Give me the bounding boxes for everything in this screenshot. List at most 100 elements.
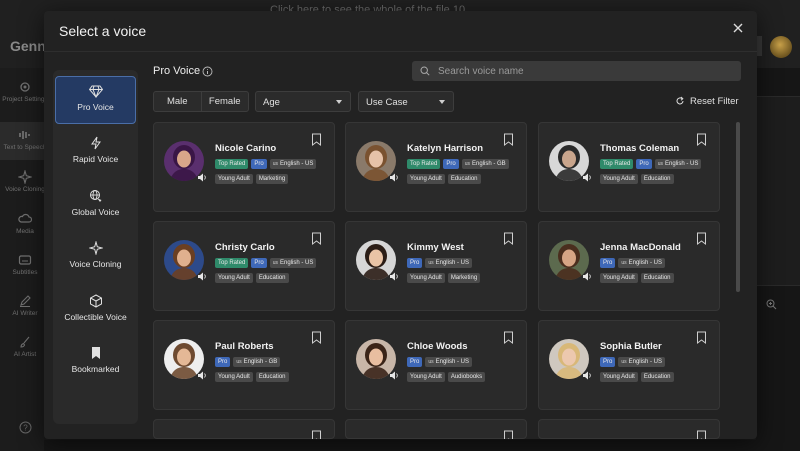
voice-tags-primary: Top RatedProEnglish - US: [215, 258, 317, 268]
voice-tags-secondary: Young Adult Education: [215, 273, 289, 283]
sidebar-item-label: Project Settings: [2, 96, 48, 103]
voice-name: Katelyn Harrison: [407, 143, 484, 154]
bookmark-icon[interactable]: [503, 133, 514, 146]
speaker-icon[interactable]: [389, 272, 399, 281]
speaker-icon[interactable]: [582, 371, 592, 380]
chevron-down-icon: [336, 100, 342, 104]
voice-card-paul-roberts[interactable]: Paul Roberts ProEnglish - GB Young Adult…: [153, 320, 335, 410]
pro-badge: Pro: [251, 159, 267, 169]
voice-tags-primary: Top RatedProEnglish - US: [215, 159, 317, 169]
sidebar-item-label: Media: [16, 228, 34, 235]
voice-tags-primary: ProEnglish - US: [407, 258, 472, 268]
speaker-icon[interactable]: [197, 371, 207, 380]
pro-badge: Pro: [407, 258, 423, 268]
modal-title: Select a voice: [59, 23, 147, 39]
age-dropdown[interactable]: Age: [255, 91, 351, 112]
voice-card-katelyn-harrison[interactable]: Katelyn Harrison Top RatedProEnglish - G…: [345, 122, 527, 212]
app-brand: Genn: [10, 38, 46, 54]
category-global-voice[interactable]: Global Voice: [55, 181, 136, 229]
voice-card-sophia-butler[interactable]: Sophia Butler ProEnglish - US Young Adul…: [538, 320, 720, 410]
sidebar-item-voice-cloning[interactable]: Voice Cloning: [0, 170, 50, 194]
voice-tags-secondary: Young Adult Marketing: [407, 273, 481, 283]
search-input[interactable]: [438, 61, 733, 81]
top-rated-badge: Top Rated: [215, 258, 249, 268]
language-badge: English - US: [425, 258, 472, 268]
use-case-badge: Marketing: [447, 273, 481, 283]
use-case-dropdown[interactable]: Use Case: [358, 91, 454, 112]
bookmark-icon[interactable]: [503, 430, 514, 439]
language-badge: English - GB: [461, 159, 509, 169]
voice-card-nicole-carino[interactable]: Nicole Carino Top RatedProEnglish - US Y…: [153, 122, 335, 212]
sidebar-item-media[interactable]: Media: [0, 212, 50, 236]
top-rated-badge: Top Rated: [600, 159, 634, 169]
sidebar-item-text-to-speech[interactable]: Text to Speech: [0, 122, 50, 160]
pro-badge: Pro: [251, 258, 267, 268]
speaker-icon[interactable]: [197, 173, 207, 182]
bookmark-icon[interactable]: [311, 430, 322, 439]
use-case-badge: Education: [640, 372, 674, 382]
sidebar-item-subtitles[interactable]: Subtitles: [0, 253, 50, 277]
speaker-icon[interactable]: [197, 272, 207, 281]
help-icon[interactable]: ?: [19, 421, 32, 434]
user-avatar[interactable]: [770, 36, 792, 58]
age-badge: Young Adult: [407, 174, 445, 184]
voice-tags-secondary: Young Adult Education: [600, 174, 674, 184]
sidebar-item-label: AI Writer: [12, 310, 38, 317]
voice-tags-primary: Top RatedProEnglish - US: [600, 159, 702, 169]
voice-card-jenna-macdonald[interactable]: Jenna MacDonald ProEnglish - US Young Ad…: [538, 221, 720, 311]
sparkle-icon: [88, 241, 103, 255]
bookmark-icon[interactable]: [696, 331, 707, 344]
sidebar-item-label: Voice Cloning: [5, 186, 45, 193]
bookmark-icon[interactable]: [311, 331, 322, 344]
voice-card-partial[interactable]: [345, 419, 527, 439]
zoom-in-icon[interactable]: [766, 299, 777, 310]
top-rated-badge: Top Rated: [407, 159, 441, 169]
category-bookmarked[interactable]: Bookmarked: [55, 338, 136, 386]
voice-card-chloe-woods[interactable]: Chloe Woods ProEnglish - US Young Adult …: [345, 320, 527, 410]
voice-card-partial[interactable]: [153, 419, 335, 439]
bookmark-icon[interactable]: [696, 133, 707, 146]
reset-filter-label: Reset Filter: [690, 96, 739, 107]
category-collectible-voice[interactable]: Collectible Voice: [55, 286, 136, 334]
sidebar-item-label: Text to Speech: [3, 144, 47, 151]
category-label: Pro Voice: [77, 102, 114, 112]
voice-tags-primary: Top RatedProEnglish - GB: [407, 159, 509, 169]
bookmark-icon[interactable]: [311, 232, 322, 245]
filter-female-button[interactable]: Female: [200, 92, 249, 111]
speaker-icon[interactable]: [389, 173, 399, 182]
voice-card-christy-carlo[interactable]: Christy Carlo Top RatedProEnglish - US Y…: [153, 221, 335, 311]
bookmark-icon[interactable]: [696, 232, 707, 245]
speaker-icon[interactable]: [582, 173, 592, 182]
voice-card-kimmy-west[interactable]: Kimmy West ProEnglish - US Young Adult M…: [345, 221, 527, 311]
use-case-badge: Education: [640, 174, 674, 184]
grid-scrollbar[interactable]: [736, 122, 740, 292]
modal-divider: [44, 51, 757, 52]
sidebar-item-ai-artist[interactable]: AI Artist: [0, 335, 50, 359]
bookmark-icon[interactable]: [311, 133, 322, 146]
bookmark-icon[interactable]: [696, 430, 707, 439]
bookmark-icon[interactable]: [503, 232, 514, 245]
info-icon[interactable]: [202, 66, 213, 77]
pen-icon: [20, 295, 31, 308]
voice-card-partial[interactable]: [538, 419, 720, 439]
filter-male-button[interactable]: Male: [154, 92, 201, 111]
category-voice-cloning[interactable]: Voice Cloning: [55, 233, 136, 281]
sidebar-item-project-settings[interactable]: Project Settings: [0, 80, 50, 104]
speaker-icon[interactable]: [582, 272, 592, 281]
use-case-dropdown-label: Use Case: [366, 97, 408, 108]
svg-text:?: ?: [23, 424, 28, 433]
category-pro-voice[interactable]: Pro Voice: [55, 76, 136, 124]
close-icon[interactable]: [730, 20, 746, 36]
category-rapid-voice[interactable]: Rapid Voice: [55, 128, 136, 176]
chevron-down-icon: [439, 100, 445, 104]
sparkle-icon: [18, 170, 32, 184]
bookmark-icon[interactable]: [503, 331, 514, 344]
globe-icon: [89, 190, 101, 202]
waveform-icon: [19, 131, 30, 139]
search-box: [412, 61, 741, 81]
voice-card-thomas-coleman[interactable]: Thomas Coleman Top RatedProEnglish - US …: [538, 122, 720, 212]
reset-filter-button[interactable]: Reset Filter: [675, 96, 739, 107]
speaker-icon[interactable]: [389, 371, 399, 380]
voice-name: Thomas Coleman: [600, 143, 680, 154]
sidebar-item-ai-writer[interactable]: AI Writer: [0, 294, 50, 318]
